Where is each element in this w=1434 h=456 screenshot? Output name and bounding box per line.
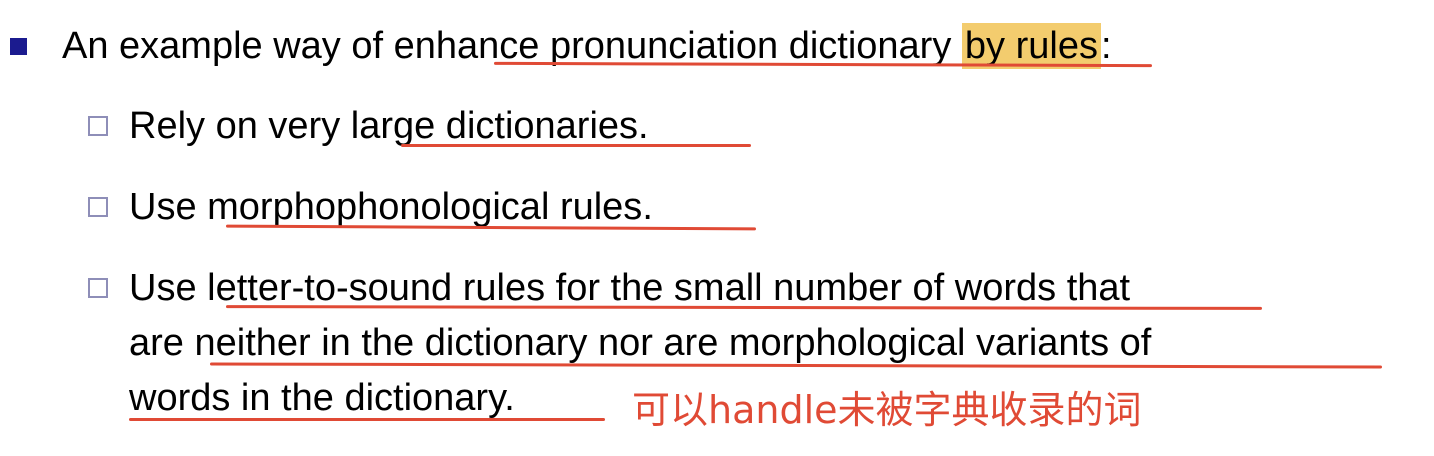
chinese-annotation: 可以handle未被字典收录的词 — [632, 388, 1142, 432]
sub3-line3-underlined: words in the dictionary. — [129, 377, 515, 419]
sub-bullet-3-line-2: are neither in the dictionary nor are mo… — [129, 321, 1151, 365]
underline-sub2 — [225, 224, 757, 231]
hollow-square-bullet-icon — [88, 278, 108, 298]
sub2-underlined: morphophonological rules — [207, 186, 643, 228]
sub1-suffix: . — [638, 105, 649, 147]
sub3-line1-underlined: letter-to-sound rules for the small numb… — [207, 267, 1057, 309]
sub3-line2-underlined: neither in the dictionary nor are morpho… — [194, 322, 1152, 364]
main-suffix: : — [1100, 25, 1112, 67]
sub1-prefix: Rely on very — [129, 105, 351, 147]
underline-sub3-line2 — [209, 362, 1383, 369]
sub2-prefix: Use — [129, 186, 208, 228]
sub1-underlined: large dictionaries — [350, 105, 639, 147]
highlighted-phrase: by rules — [961, 23, 1101, 69]
hollow-square-bullet-icon — [88, 116, 108, 136]
sub2-suffix: . — [642, 186, 653, 228]
hollow-square-bullet-icon — [88, 197, 108, 217]
sub-bullet-3-line-1: Use letter-to-sound rules for the small … — [129, 266, 1130, 310]
main-prefix: An example way of e — [62, 25, 415, 67]
sub-bullet-2-text: Use morphophonological rules. — [129, 185, 653, 229]
sub3-line2-prefix: are — [129, 322, 195, 364]
underline-sub1 — [401, 144, 751, 147]
main-underlined-phrase: nhance pronunciation dictionary — [414, 25, 952, 67]
sub3-line1-prefix: Use — [129, 267, 208, 309]
sub-bullet-3-line-3: words in the dictionary. — [129, 376, 515, 420]
underline-sub3-line3 — [129, 418, 605, 421]
sub3-line1-suffix: that — [1056, 267, 1131, 309]
square-bullet-icon — [10, 38, 27, 55]
main-space — [951, 25, 962, 67]
sub-bullet-1-text: Rely on very large dictionaries. — [129, 104, 649, 148]
